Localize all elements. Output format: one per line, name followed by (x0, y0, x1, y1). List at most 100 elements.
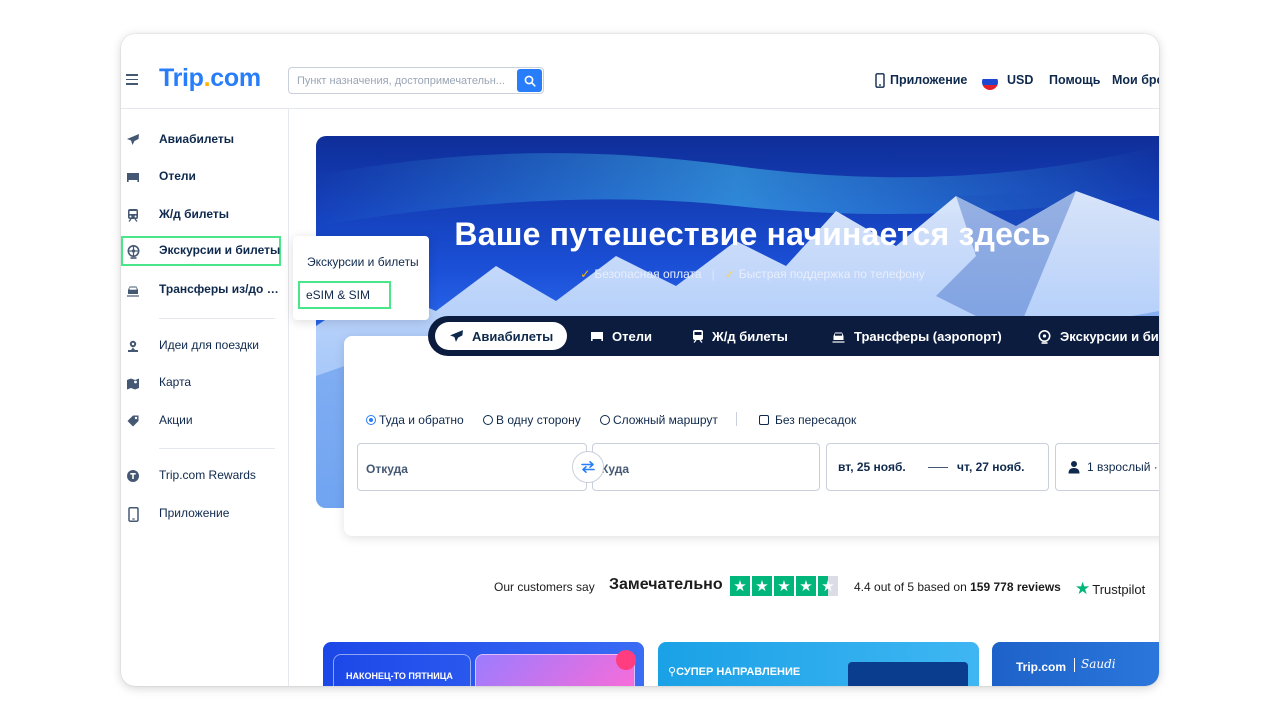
car-icon (125, 282, 141, 298)
sidebar-item-rewards[interactable]: Trip.com Rewards (121, 461, 289, 491)
from-placeholder: Откуда (366, 462, 408, 476)
train-icon (125, 207, 141, 223)
promo-title: ⚲СУПЕР НАПРАВЛЕНИЕ (668, 665, 800, 678)
russia-flag-icon[interactable] (982, 74, 998, 90)
promo-image (848, 662, 968, 686)
trustpilot-brand: Trustpilot (1092, 581, 1146, 597)
sidebar-item-trains[interactable]: Ж/д билеты (121, 200, 289, 230)
flight-search-card: Туда и обратно В одну сторону Сложный ма… (344, 336, 1159, 536)
bed-icon (125, 169, 141, 185)
sidebar-item-label: Акции (159, 413, 193, 427)
search-button[interactable] (517, 69, 542, 92)
sidebar-item-label: Авиабилеты (159, 132, 234, 146)
plane-icon (125, 132, 141, 148)
promo-frame (333, 654, 471, 686)
badge-separator: | (711, 267, 715, 281)
depart-date: вт, 25 нояб. (838, 460, 906, 474)
tab-trains[interactable]: Ж/д билеты (692, 322, 788, 350)
radio-label: Сложный маршрут (613, 413, 718, 427)
promo-divider (1074, 658, 1075, 672)
star-icon: ★ (796, 576, 816, 596)
sidebar-item-hotels[interactable]: Отели (121, 162, 289, 192)
checkbox-label: Без пересадок (775, 413, 857, 427)
radio-one-way[interactable]: В одну сторону (483, 413, 581, 427)
hero-title: Ваше путешествие начинается здесь (454, 216, 1051, 252)
rewards-icon (125, 468, 141, 484)
sidebar-item-label: Ж/д билеты (159, 207, 230, 221)
logo-text: Trip (159, 64, 204, 92)
tag-icon (125, 413, 141, 429)
checkbox-icon (759, 415, 769, 425)
nonstop-checkbox[interactable]: Без пересадок (759, 413, 856, 427)
check-icon: ✓ (724, 267, 735, 281)
sidebar-item-map[interactable]: Карта (121, 368, 289, 398)
tab-hotels[interactable]: Отели (590, 322, 652, 350)
radio-selected-icon (366, 415, 376, 425)
tab-flights[interactable]: Авиабилеты (435, 322, 568, 350)
app-link[interactable]: Приложение (890, 73, 967, 87)
help-link[interactable]: Помощь (1049, 73, 1100, 87)
sidebar-item-label: Карта (159, 375, 192, 389)
search-input[interactable] (289, 68, 517, 93)
swap-icon (581, 461, 595, 473)
product-tabs: Авиабилеты Отели Ж/д билеты Трансферы (а… (428, 316, 1159, 356)
date-dash (928, 467, 948, 468)
star-icon: ★ (774, 576, 794, 596)
from-field[interactable]: Откуда (357, 443, 587, 491)
currency-selector[interactable]: USD (1007, 73, 1033, 87)
sidebar-item-label: Трансферы из/до аэ... (159, 282, 281, 296)
score-text: 4.4 out of 5 based on (854, 580, 967, 594)
radio-icon (483, 415, 493, 425)
promo-card-friday[interactable]: НАКОНЕЦ-ТО ПЯТНИЦА (323, 642, 644, 686)
passengers-field[interactable]: 1 взрослый · : (1055, 443, 1159, 491)
sidebar-item-transfers[interactable]: Трансферы из/до аэ... (121, 275, 289, 305)
review-count: 159 778 reviews (970, 580, 1061, 594)
logo-text-end: com (210, 64, 261, 92)
star-icon: ★ (730, 576, 750, 596)
trustpilot-stars: ★ ★ ★ ★ ★ (730, 576, 840, 596)
tab-label: Отели (612, 328, 652, 344)
tab-label: Авиабилеты (472, 328, 554, 344)
pin-icon: ⚲ (668, 666, 677, 678)
trip-logo[interactable]: Trip.com (159, 64, 261, 93)
trustpilot-rating-word: Замечательно (609, 576, 723, 593)
ferris-wheel-icon (1037, 329, 1052, 344)
tab-attractions[interactable]: Экскурсии и би (1037, 322, 1159, 350)
return-date: чт, 27 нояб. (957, 460, 1025, 474)
phone-icon (125, 506, 141, 522)
map-icon (125, 375, 141, 391)
promo-card-saudi[interactable]: Trip.com Saudi (992, 642, 1159, 686)
promo-image (475, 654, 635, 686)
dates-field[interactable]: вт, 25 нояб. чт, 27 нояб. (826, 443, 1049, 491)
dropdown-item-attractions[interactable]: Экскурсии и билеты (307, 255, 419, 269)
sidebar-item-deals[interactable]: Акции (121, 406, 289, 436)
to-field[interactable]: Куда (592, 443, 820, 491)
sidebar-item-trip-ideas[interactable]: Идеи для поездки (121, 331, 289, 361)
radio-multi-city[interactable]: Сложный маршрут (600, 413, 718, 427)
promo-card-destination[interactable]: ⚲СУПЕР НАПРАВЛЕНИЕ (658, 642, 979, 686)
menu-icon[interactable] (126, 74, 138, 85)
secure-payment-badge: Безопасная оплата (594, 267, 702, 281)
sidebar-item-attractions[interactable]: Экскурсии и билеты (121, 236, 281, 266)
sidebar-divider (159, 448, 275, 449)
swap-button[interactable] (572, 451, 604, 483)
tab-transfers[interactable]: Трансферы (аэропорт) (831, 322, 1002, 350)
radio-round-trip[interactable]: Туда и обратно (366, 413, 464, 427)
tab-label: Экскурсии и би (1060, 328, 1159, 344)
tab-label: Трансферы (аэропорт) (854, 328, 1002, 344)
browser-window: Trip.com Приложение USD Помощь Мои бро А… (121, 34, 1159, 686)
sidebar-item-flights[interactable]: Авиабилеты (121, 125, 289, 155)
attractions-dropdown: Экскурсии и билеты eSIM & SIM (293, 236, 429, 320)
dropdown-item-esim[interactable]: eSIM & SIM (306, 288, 370, 302)
promo-partner-logo: Saudi (1081, 657, 1116, 671)
left-sidebar: Авиабилеты Отели Ж/д билеты Экскурсии и … (121, 109, 289, 686)
radio-label: В одну сторону (496, 413, 581, 427)
sidebar-divider (159, 318, 275, 319)
options-divider (736, 412, 737, 426)
sidebar-item-label: Экскурсии и билеты (159, 243, 281, 257)
sidebar-item-app[interactable]: Приложение (121, 499, 289, 529)
ferris-wheel-icon (125, 243, 141, 259)
trustpilot-intro: Our customers say (494, 580, 595, 594)
my-bookings-link[interactable]: Мои бро (1112, 73, 1159, 87)
trustpilot-widget[interactable]: Our customers say Замечательно ★ ★ ★ ★ ★… (121, 575, 1159, 599)
